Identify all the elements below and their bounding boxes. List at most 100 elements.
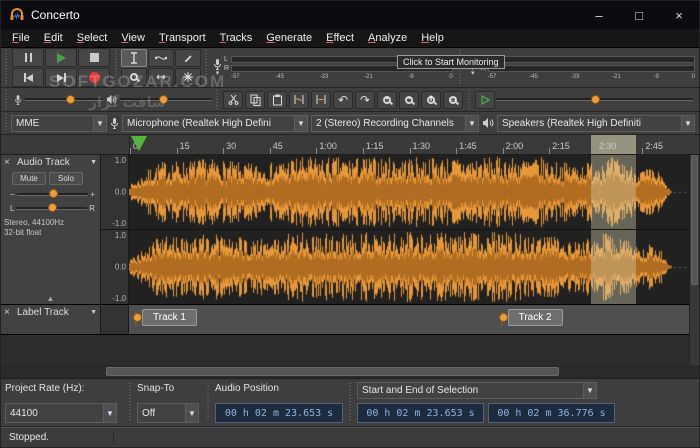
waveform-selection: [591, 155, 636, 229]
selection-start-display[interactable]: 00 h 02 m 23.653 s: [357, 403, 484, 423]
menu-analyze[interactable]: Analyze: [361, 30, 414, 46]
timeshift-tool-button[interactable]: [148, 68, 174, 86]
solo-button[interactable]: Solo: [49, 172, 83, 185]
toolbar-grip[interactable]: [466, 90, 472, 109]
copy-button[interactable]: [245, 90, 265, 109]
redo-button[interactable]: ↷: [355, 90, 375, 109]
toolbar-grip[interactable]: [205, 383, 211, 422]
toolbar-grip[interactable]: [214, 90, 220, 109]
track-menu-arrow-icon[interactable]: ▼: [90, 309, 97, 316]
zoom-out-button[interactable]: −: [399, 90, 419, 109]
recording-volume-slider[interactable]: [25, 94, 103, 106]
waveform-left[interactable]: [129, 155, 689, 229]
multi-tool-button[interactable]: [175, 68, 201, 86]
audio-track: × Audio Track ▼ Mute Solo − + L R Stereo…: [1, 155, 689, 305]
label-text[interactable]: Track 1: [142, 309, 197, 326]
zoom-in-button[interactable]: +: [377, 90, 397, 109]
horizontal-scrollbar-thumb[interactable]: [105, 367, 560, 376]
playhead-marker[interactable]: [131, 136, 147, 151]
selection-tool-button[interactable]: [121, 49, 147, 67]
skip-to-end-button[interactable]: [45, 68, 77, 87]
gain-slider[interactable]: [16, 188, 89, 200]
audio-host-select[interactable]: MME ▼: [11, 114, 107, 132]
label-flag-icon[interactable]: [133, 312, 142, 326]
pan-slider[interactable]: [16, 202, 88, 214]
trim-audio-button[interactable]: [289, 90, 309, 109]
fit-project-button[interactable]: ▭: [443, 90, 463, 109]
slider-thumb[interactable]: [48, 203, 58, 212]
track-menu-arrow-icon[interactable]: ▼: [90, 159, 97, 166]
minimize-button[interactable]: –: [579, 1, 619, 29]
play-button[interactable]: [45, 48, 77, 67]
menu-view[interactable]: View: [114, 30, 152, 46]
menu-select[interactable]: Select: [70, 30, 115, 46]
pause-button[interactable]: [12, 48, 44, 67]
recording-channels-select[interactable]: 2 (Stereo) Recording Channels ▼: [311, 114, 479, 132]
paste-button[interactable]: [267, 90, 287, 109]
maximize-button[interactable]: □: [619, 1, 659, 29]
vertical-scrollbar[interactable]: [689, 155, 699, 365]
monitoring-tooltip[interactable]: Click to Start Monitoring: [397, 55, 505, 69]
stop-button[interactable]: [78, 48, 110, 67]
toolbar-grip[interactable]: [203, 50, 209, 85]
menu-help[interactable]: Help: [414, 30, 451, 46]
menu-tracks[interactable]: Tracks: [213, 30, 260, 46]
mute-button[interactable]: Mute: [12, 172, 46, 185]
cut-button[interactable]: [223, 90, 243, 109]
close-track-button[interactable]: ×: [4, 157, 14, 168]
vertical-scale-ruler[interactable]: 1.0 0.0 -1.0: [101, 230, 129, 304]
close-button[interactable]: ×: [659, 1, 699, 29]
timeline-track[interactable]: 0 15 30 45 1:00 1:15 1:30 1:45 2:00 2:15…: [129, 135, 689, 154]
silence-audio-button[interactable]: [311, 90, 331, 109]
menu-edit[interactable]: Edit: [37, 30, 70, 46]
draw-tool-button[interactable]: [175, 49, 201, 67]
selection-end-display[interactable]: 00 h 02 m 36.776 s: [488, 403, 615, 423]
slider-thumb[interactable]: [65, 94, 75, 104]
playback-device-select[interactable]: Speakers (Realtek High Definiti ▼: [497, 114, 695, 132]
toolbar-row-upper: SOFTGOZAR.COM سافت گزار: [1, 48, 699, 110]
waveform-right[interactable]: [129, 230, 689, 304]
undo-button[interactable]: ↶: [333, 90, 353, 109]
collapse-track-button[interactable]: ▲: [47, 294, 55, 303]
menu-generate[interactable]: Generate: [259, 30, 319, 46]
horizontal-scrollbar[interactable]: [1, 365, 699, 379]
undo-icon: ↶: [337, 92, 349, 107]
audio-position-display[interactable]: 00 h 02 m 23.653 s: [215, 403, 343, 423]
slider-thumb[interactable]: [590, 94, 600, 104]
snap-to-select[interactable]: Off ▼: [137, 403, 199, 423]
play-speed-slider[interactable]: [496, 94, 693, 106]
slider-thumb[interactable]: [48, 189, 58, 198]
menu-transport[interactable]: Transport: [152, 30, 213, 46]
slider-thumb[interactable]: [158, 94, 168, 104]
toolbar-grip[interactable]: [347, 383, 353, 422]
toolbar-grip[interactable]: [113, 50, 119, 85]
recording-device-select[interactable]: Microphone (Realtek High Defini ▼: [122, 114, 308, 132]
menu-effect[interactable]: Effect: [319, 30, 361, 46]
vertical-scale-ruler[interactable]: 1.0 0.0 -1.0: [101, 155, 129, 229]
fit-selection-button[interactable]: ‖: [421, 90, 441, 109]
track-title[interactable]: Audio Track: [17, 157, 70, 168]
envelope-icon: [155, 56, 167, 60]
play-at-speed-button[interactable]: [475, 90, 495, 109]
toolbar-grip[interactable]: [127, 383, 133, 422]
playback-volume-slider[interactable]: [120, 94, 212, 106]
vertical-scrollbar-thumb[interactable]: [691, 155, 698, 286]
label-flag-icon[interactable]: [498, 312, 508, 326]
label-track-area[interactable]: Track 1 Track 2: [129, 305, 689, 334]
zoom-tool-button[interactable]: [121, 68, 147, 86]
track-title[interactable]: Label Track: [17, 307, 69, 318]
play-at-speed-icon: [481, 94, 490, 105]
toolbar-grip[interactable]: [3, 50, 9, 85]
menu-file[interactable]: File: [5, 30, 37, 46]
timeline-ruler[interactable]: 0 15 30 45 1:00 1:15 1:30 1:45 2:00 2:15…: [1, 135, 699, 155]
close-track-button[interactable]: ×: [4, 307, 14, 318]
record-button[interactable]: [78, 68, 110, 87]
selection-mode-select[interactable]: Start and End of Selection ▼: [357, 382, 597, 399]
skip-to-start-button[interactable]: [12, 68, 44, 87]
window-controls: – □ ×: [579, 1, 699, 29]
project-rate-select[interactable]: 44100 ▼: [5, 403, 117, 423]
toolbar-grip[interactable]: [3, 114, 9, 132]
toolbar-grip[interactable]: [3, 90, 9, 109]
envelope-tool-button[interactable]: [148, 49, 174, 67]
label-text[interactable]: Track 2: [507, 309, 563, 326]
